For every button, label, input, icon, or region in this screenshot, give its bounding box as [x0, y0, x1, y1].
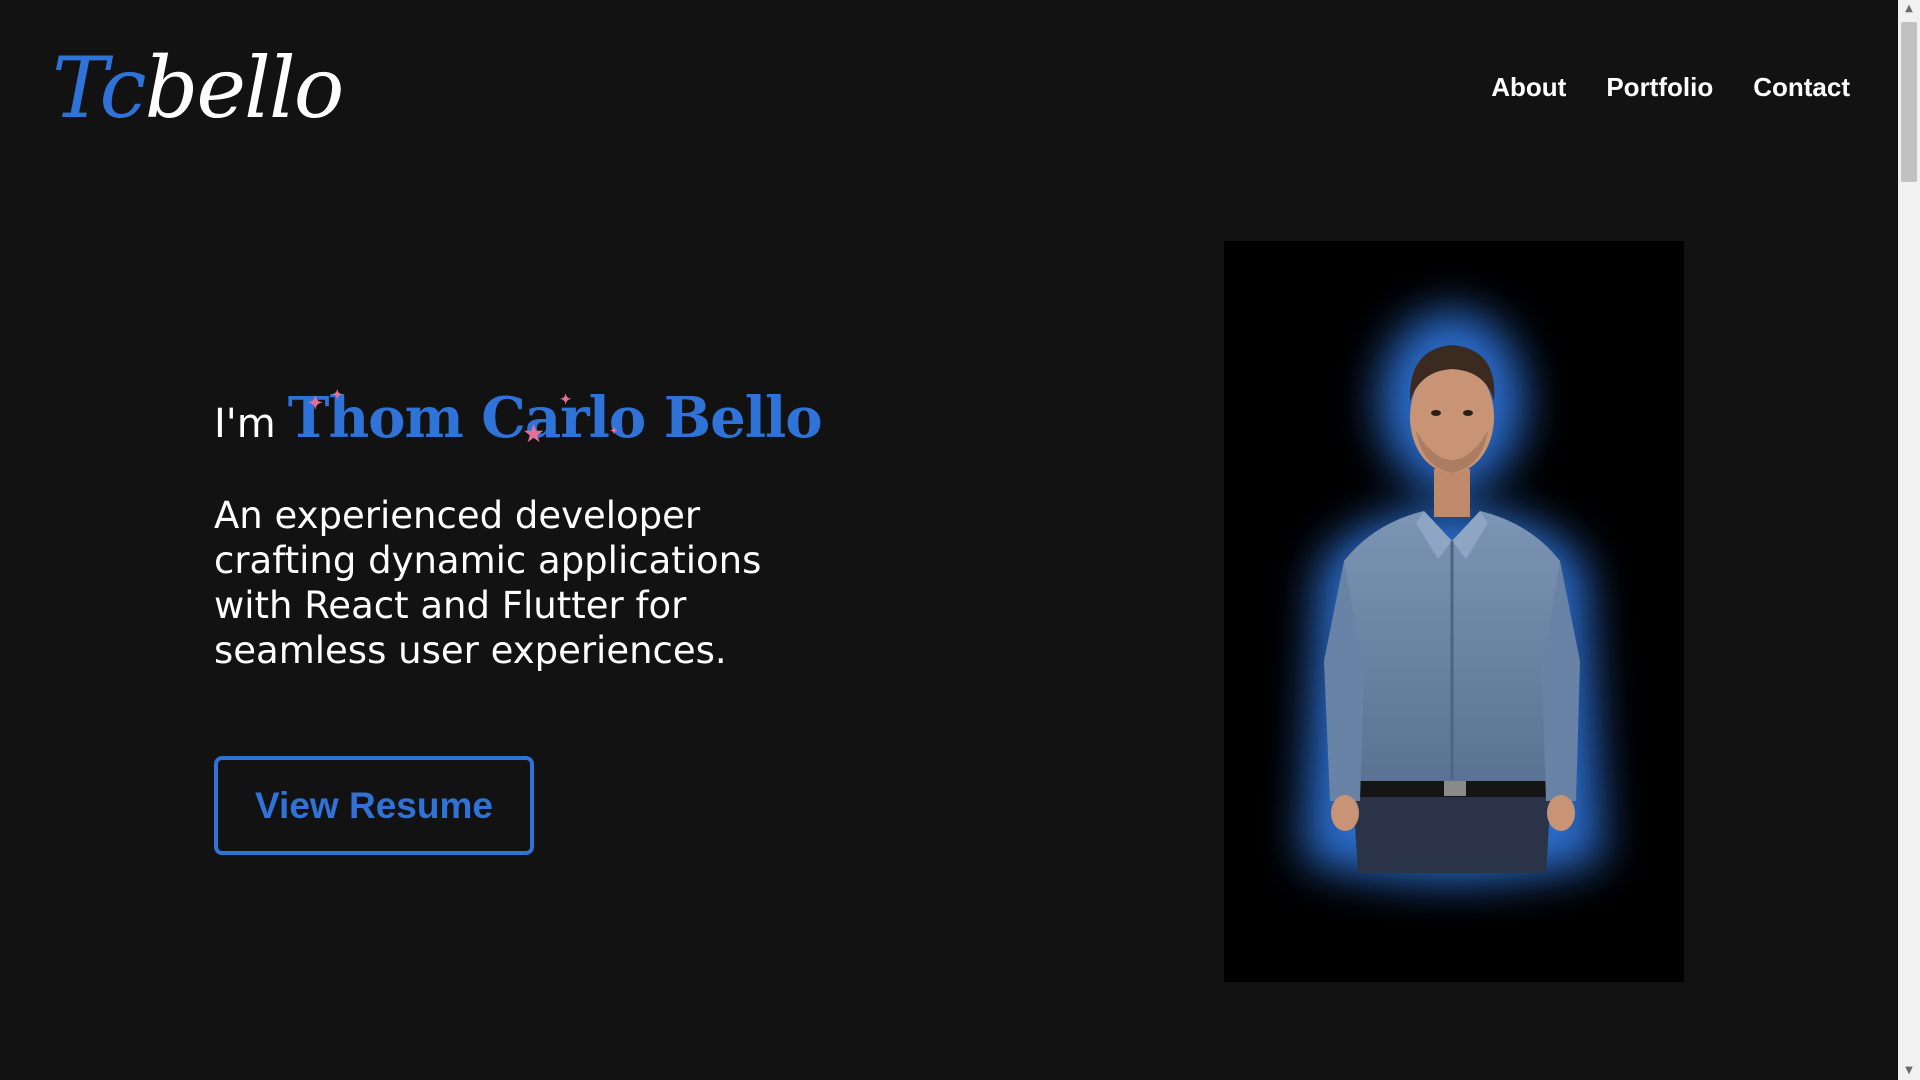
nav-link-portfolio[interactable]: Portfolio — [1606, 72, 1713, 103]
sparkle-icon: ✦ — [331, 388, 343, 403]
scrollbar-thumb[interactable] — [1901, 22, 1917, 182]
logo-initials: Tc — [52, 39, 147, 137]
hero-name: Thom Carlo Bello — [287, 385, 823, 451]
scroll-up-icon[interactable]: ▲ — [1898, 0, 1920, 18]
sparkle-icon: ★ — [523, 421, 544, 447]
site-logo[interactable]: Tcbello — [52, 38, 345, 138]
sparkle-icon: ✦ — [559, 392, 572, 408]
profile-photo — [1224, 241, 1684, 982]
hero-heading: I'm Thom Carlo Bello ✦ ✦ ★ ✦ ✦ — [214, 385, 823, 451]
page-scrollbar[interactable]: ▲ ▼ — [1898, 0, 1920, 1080]
nav-link-about[interactable]: About — [1491, 72, 1566, 103]
site-header: Tcbello About Portfolio Contact — [0, 0, 1898, 180]
logo-text: bello — [144, 39, 345, 137]
intro-prefix: I'm — [214, 401, 276, 447]
sparkle-icon: ✦ — [609, 426, 618, 437]
hero-name-wrapper: Thom Carlo Bello ✦ ✦ ★ ✦ ✦ — [287, 385, 823, 451]
portrait-illustration — [1304, 311, 1602, 881]
sparkle-icon: ✦ — [307, 393, 323, 414]
hero-section: I'm Thom Carlo Bello ✦ ✦ ★ ✦ ✦ An experi… — [214, 385, 823, 855]
main-nav: About Portfolio Contact — [1491, 72, 1850, 103]
view-resume-button[interactable]: View Resume — [214, 756, 534, 855]
scroll-down-icon[interactable]: ▼ — [1898, 1062, 1920, 1080]
nav-link-contact[interactable]: Contact — [1753, 72, 1850, 103]
portfolio-page: Tcbello About Portfolio Contact I'm Thom… — [0, 0, 1920, 1080]
hero-description: An experienced developer crafting dynami… — [214, 494, 762, 672]
